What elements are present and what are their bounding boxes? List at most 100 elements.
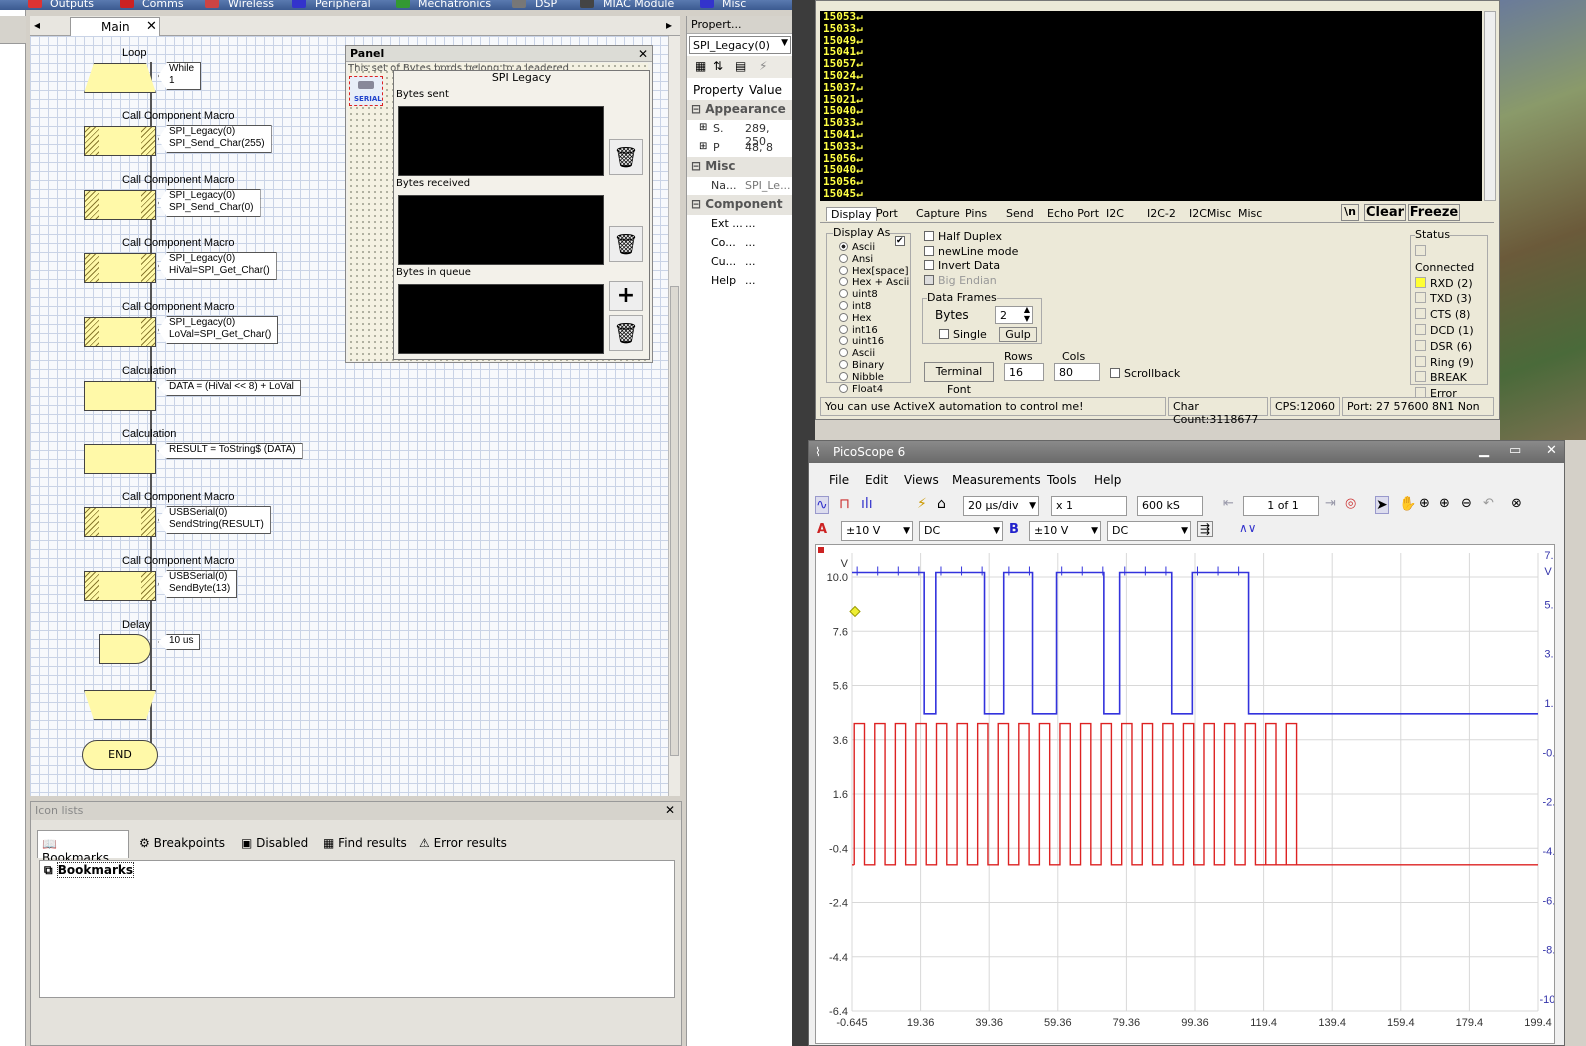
terminal-scrollbar[interactable] — [1484, 11, 1496, 201]
prop-value[interactable]: ... — [745, 217, 756, 230]
single-option[interactable]: Single — [939, 328, 987, 341]
expand-icon[interactable]: ⊞ — [699, 122, 707, 133]
math-channel-icon[interactable]: ∧∨ — [1239, 521, 1257, 535]
maximize-icon[interactable]: ▭ — [1509, 443, 1521, 458]
bookmarks-list[interactable]: ⧉ Bookmarks — [39, 860, 675, 998]
display-as-option[interactable]: Binary — [839, 359, 909, 372]
menu-help[interactable]: Help — [1094, 473, 1121, 487]
tab-misc[interactable]: Misc — [1238, 207, 1262, 220]
zoom-icon[interactable]: ⊕ — [1439, 496, 1450, 511]
prop-value[interactable]: ... — [745, 236, 756, 249]
invert-data-option[interactable]: Invert Data — [924, 259, 1018, 274]
channel-a-range[interactable]: ±10 V ▼ — [841, 521, 913, 541]
close-icon[interactable]: ✕ — [665, 803, 675, 817]
tab-bookmarks[interactable]: 📖 Bookmarks — [37, 830, 129, 865]
zoom-out-icon[interactable]: ⊖ — [1461, 496, 1472, 511]
gulp-button[interactable]: Gulp — [999, 327, 1037, 342]
tab-error-results[interactable]: ⚠ Error results — [419, 836, 507, 850]
bytes-sent-box[interactable] — [398, 106, 604, 176]
first-page-icon[interactable]: ⇤ — [1223, 496, 1234, 511]
scope-mode-icon[interactable]: ∿ — [815, 496, 829, 514]
display-as-option[interactable]: Hex — [839, 312, 909, 325]
display-as-option[interactable]: Ascii — [839, 242, 909, 254]
tab-scroll-left-icon[interactable]: ◂ — [34, 18, 40, 32]
scrollback-option[interactable]: Scrollback — [1110, 367, 1180, 380]
panel-close-icon[interactable]: ✕ — [638, 46, 648, 62]
freeze-button[interactable]: Freeze — [1408, 204, 1460, 221]
minimize-icon[interactable]: ▁ — [1479, 443, 1489, 458]
last-page-icon[interactable]: ⇥ — [1325, 496, 1336, 511]
probe-icon[interactable]: ⚡ — [917, 496, 927, 512]
display-as-option[interactable]: int8 — [839, 300, 909, 313]
big-endian-option[interactable]: Big Endian — [924, 274, 1018, 289]
group-component[interactable]: ⊟ Component — [687, 195, 793, 215]
terminal-font-button[interactable]: Terminal Font — [924, 362, 994, 396]
display-as-option[interactable]: Hex + Ascii — [839, 277, 909, 289]
channel-b-coupling[interactable]: DC ▼ — [1107, 521, 1191, 541]
macro-block[interactable] — [84, 253, 156, 283]
sort-alpha-icon[interactable]: ⇅ — [713, 59, 723, 73]
prop-value[interactable]: ... — [745, 274, 756, 287]
delay-block[interactable] — [99, 634, 151, 664]
tab-scroll-right-icon[interactable]: ▸ — [666, 18, 672, 32]
tab-pins[interactable]: Pins — [965, 207, 987, 220]
toolbar-comms[interactable]: Comms — [142, 0, 184, 10]
tab-close-icon[interactable]: ✕ — [146, 19, 157, 34]
trigger-settings-icon[interactable]: ⇶ — [1197, 521, 1214, 537]
macro-block[interactable] — [84, 571, 156, 601]
clear-queue-button[interactable]: 🗑 — [609, 315, 643, 351]
hand-icon[interactable]: ✋ — [1399, 496, 1416, 512]
channel-a-coupling[interactable]: DC ▼ — [919, 521, 1003, 541]
clear-received-button[interactable]: 🗑 — [609, 226, 643, 262]
tab-display[interactable]: Display — [826, 207, 877, 221]
calculation-block[interactable] — [84, 444, 156, 474]
tab-port[interactable]: Port — [876, 207, 898, 220]
tab-i2c[interactable]: I2C — [1106, 207, 1124, 220]
calculation-block[interactable] — [84, 381, 156, 411]
expand-icon[interactable]: ⊞ — [699, 141, 707, 152]
spi-legacy-component[interactable]: SPI Legacy Bytes sent 🗑 Bytes received 🗑… — [393, 70, 650, 360]
add-queue-button[interactable]: + — [609, 281, 643, 311]
display-as-option[interactable]: Nibble — [839, 371, 909, 384]
compass-icon[interactable]: ◎ — [1345, 496, 1356, 511]
toolbar-peripheral[interactable]: Peripheral — [315, 0, 371, 10]
toolbar-mechatronics[interactable]: Mechatronics — [418, 0, 491, 10]
timebase-select[interactable]: 20 µs/div ▼ — [963, 496, 1039, 516]
macro-block[interactable] — [84, 126, 156, 156]
display-as-option[interactable]: Ascii — [839, 348, 909, 360]
bookmarks-item[interactable]: ⧉ Bookmarks — [44, 862, 135, 878]
prop-value[interactable]: 48, 8 — [745, 141, 773, 154]
prop-value[interactable]: SPI_Le... — [745, 179, 791, 192]
tab-capture[interactable]: Capture — [916, 207, 960, 220]
display-as-option[interactable]: uint8 — [839, 289, 909, 301]
undo-zoom-icon[interactable]: ↶ — [1483, 496, 1494, 511]
bytes-input[interactable]: 2 ▲ ▼ — [995, 305, 1033, 324]
tab-i2cmisc[interactable]: I2CMisc — [1189, 207, 1231, 220]
display-as-option[interactable]: int16 — [839, 324, 909, 337]
serial-component[interactable]: SERIAL — [349, 76, 383, 106]
tab-send[interactable]: Send — [1006, 207, 1034, 220]
rows-input[interactable]: 16 — [1004, 363, 1044, 381]
tab-disabled[interactable]: ▣ Disabled — [241, 836, 308, 850]
display-as-option[interactable]: Float4 — [839, 383, 909, 396]
toolbar-misc[interactable]: Misc — [722, 0, 746, 10]
prop-value[interactable]: ... — [745, 255, 756, 268]
toolbar-dsp[interactable]: DSP — [535, 0, 557, 10]
tab-find-results[interactable]: ▦ Find results — [323, 836, 407, 850]
bytes-received-box[interactable] — [398, 195, 604, 265]
tab-i2c-2[interactable]: I2C-2 — [1147, 207, 1176, 220]
categorized-icon[interactable]: ▦ — [695, 59, 706, 73]
spectrum-mode-icon[interactable]: ılı — [861, 496, 873, 512]
macro-block[interactable] — [84, 190, 156, 220]
menu-views[interactable]: Views — [904, 473, 939, 487]
clear-sent-button[interactable]: 🗑 — [609, 139, 643, 175]
channel-b-range[interactable]: ±10 V ▼ — [1029, 521, 1101, 541]
properties-icon[interactable]: ▤ — [735, 59, 746, 73]
menu-edit[interactable]: Edit — [865, 473, 888, 487]
tab-main[interactable]: Main ✕ — [70, 17, 160, 36]
samples-input[interactable]: 600 kS — [1137, 496, 1203, 516]
loop-end-block[interactable] — [84, 690, 156, 720]
properties-selector[interactable]: SPI_Legacy(0) ▼ — [689, 36, 791, 54]
newline-button[interactable]: \n — [1341, 204, 1359, 221]
terminal-output[interactable]: 15053↵ 15033↵ 15049↵ 15041↵ 15057↵ 15024↵ 1503… — [820, 11, 1482, 201]
